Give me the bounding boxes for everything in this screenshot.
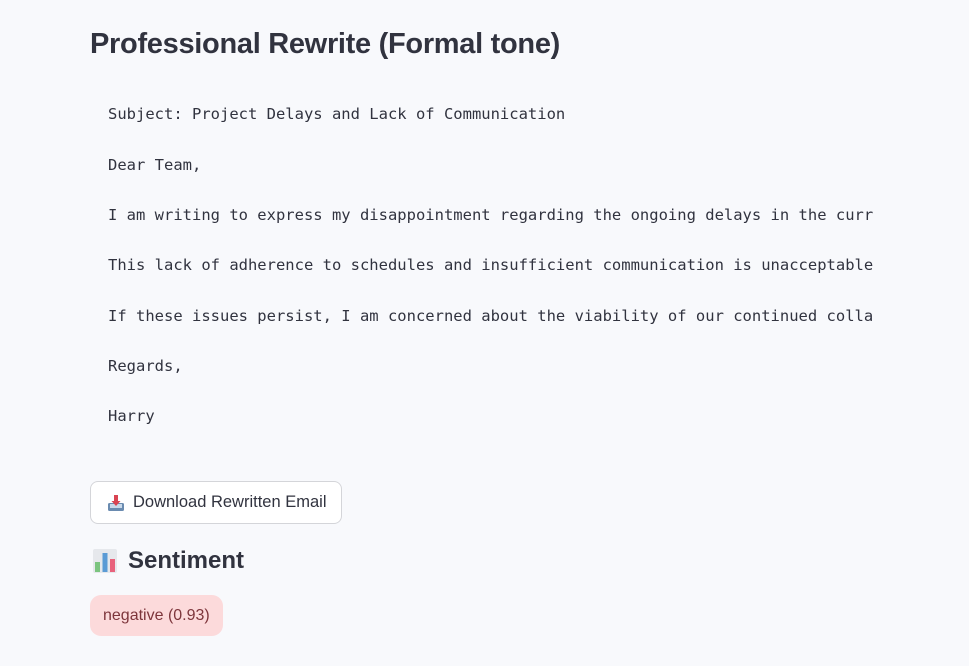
sentiment-badge: negative (0.93) <box>90 595 223 636</box>
email-greeting-line: Dear Team, <box>108 156 202 174</box>
email-subject-line: Subject: Project Delays and Lack of Comm… <box>108 105 566 123</box>
download-button-label: Download Rewritten Email <box>133 493 327 511</box>
page-title: Professional Rewrite (Formal tone) <box>90 28 560 60</box>
inbox-tray-icon <box>107 494 125 512</box>
email-body-line: I am writing to express my disappointmen… <box>108 206 874 224</box>
email-signoff-line: Regards, <box>108 357 183 375</box>
download-rewritten-email-button[interactable]: Download Rewritten Email <box>90 481 342 524</box>
sentiment-heading-text: Sentiment <box>128 547 245 574</box>
email-signature-line: Harry <box>108 407 155 425</box>
email-body-line: This lack of adherence to schedules and … <box>108 256 874 274</box>
sentiment-heading: Sentiment <box>92 547 244 575</box>
rewritten-email-code-block[interactable]: Subject: Project Delays and Lack of Comm… <box>90 88 882 448</box>
sentiment-badge-text: negative (0.93) <box>103 606 210 624</box>
bar-chart-icon <box>92 548 118 574</box>
email-body-line: If these issues persist, I am concerned … <box>108 307 874 325</box>
